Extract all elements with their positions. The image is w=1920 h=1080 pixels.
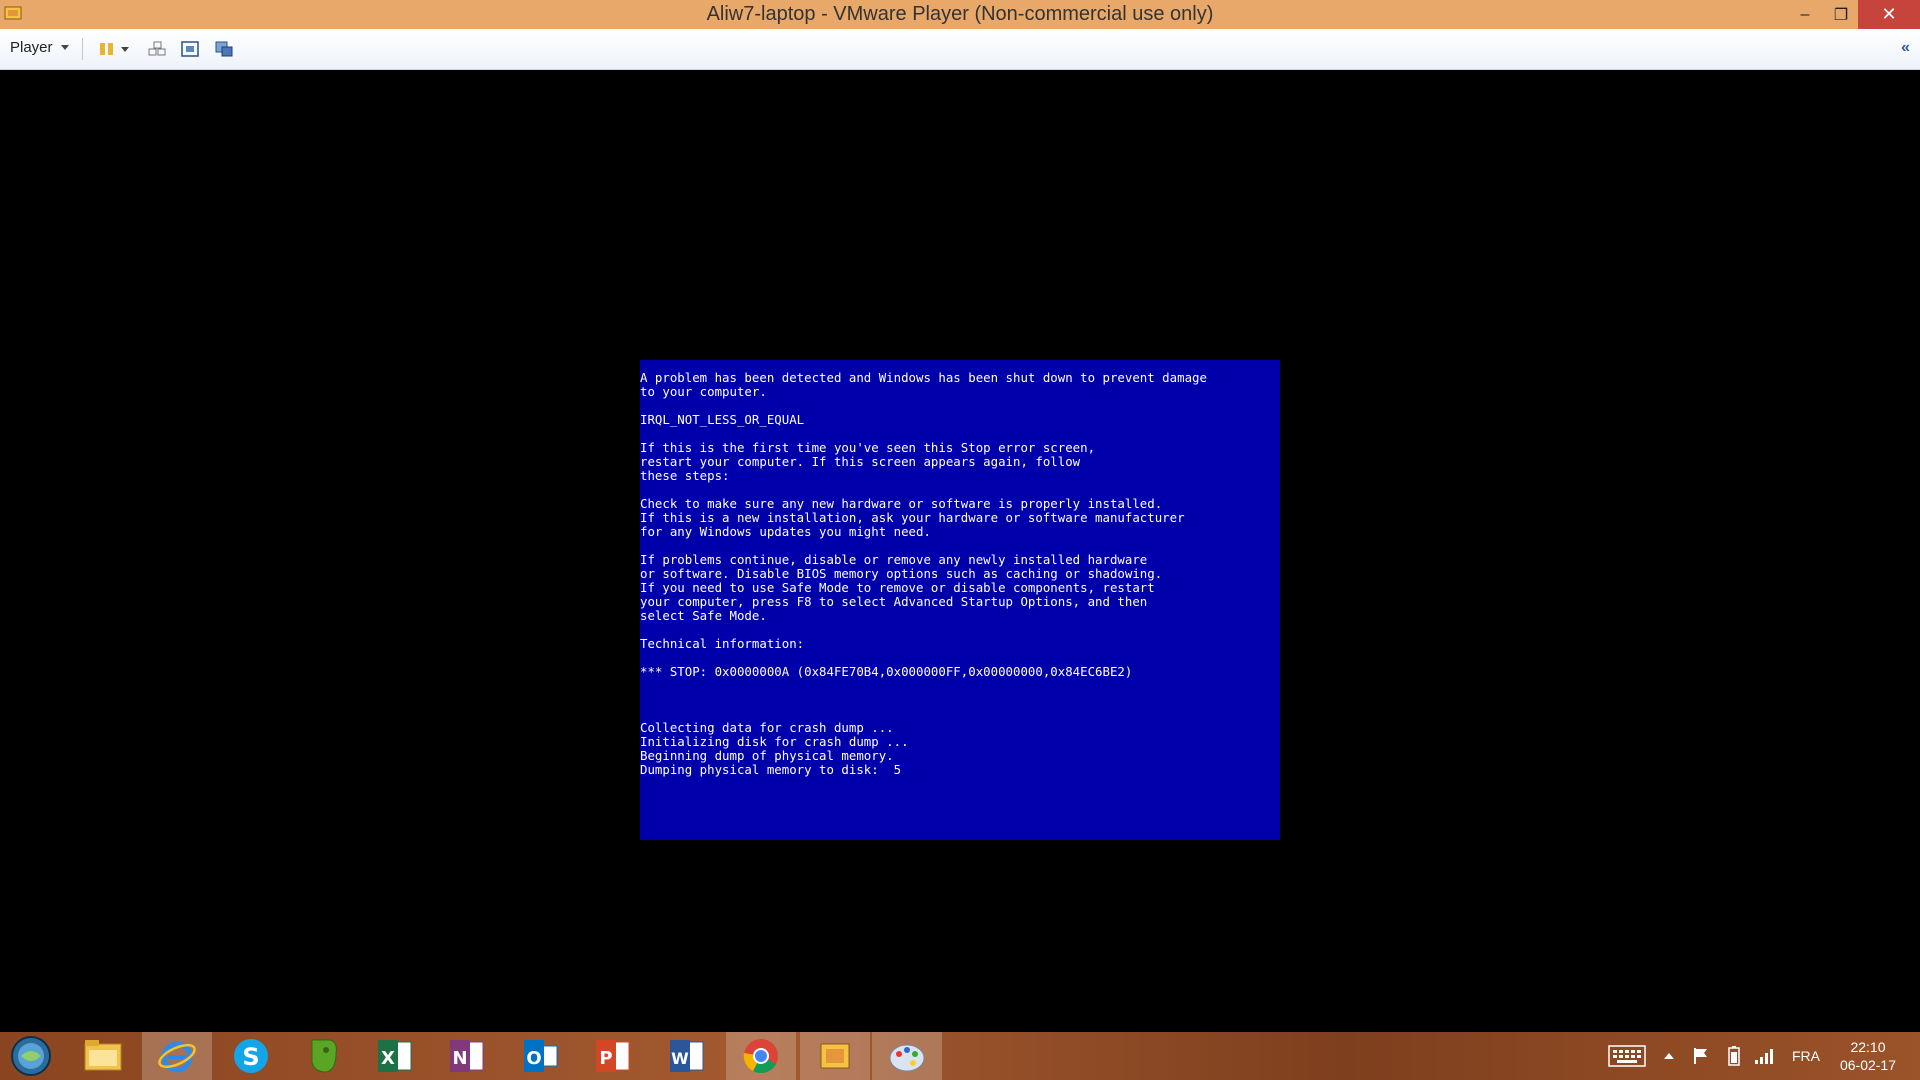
bsod-text-line <box>640 399 1280 413</box>
folder-icon <box>84 1040 122 1071</box>
taskbar-file-explorer[interactable] <box>68 1032 138 1080</box>
excel-icon: X <box>378 1040 412 1072</box>
pause-icon[interactable] <box>97 39 117 59</box>
bsod-text-line <box>640 483 1280 497</box>
battery-button[interactable] <box>1728 1032 1740 1080</box>
chrome-icon <box>743 1039 778 1073</box>
svg-text:O: O <box>526 1048 541 1069</box>
bsod-text-line: Check to make sure any new hardware or s… <box>640 496 1163 511</box>
bsod-text-line <box>640 693 1280 707</box>
skype-icon: S <box>234 1039 268 1073</box>
bsod-text-line: Dumping physical memory to disk: 5 <box>640 762 902 777</box>
bsod-text-line <box>640 679 1280 693</box>
onenote-icon: N <box>450 1040 484 1072</box>
taskbar-word[interactable]: W <box>652 1032 722 1080</box>
powerpoint-icon: P <box>596 1040 630 1072</box>
bsod-text-line: If you need to use Safe Mode to remove o… <box>640 580 1155 595</box>
taskbar-paint[interactable] <box>872 1032 942 1080</box>
touch-keyboard-button[interactable] <box>1608 1032 1646 1080</box>
battery-icon <box>1728 1046 1740 1066</box>
keyboard-icon <box>1608 1045 1646 1067</box>
show-hidden-icons-button[interactable] <box>1664 1032 1674 1080</box>
bsod-text-line <box>640 539 1280 553</box>
bsod-text-line: If this is a new installation, ask your … <box>640 510 1185 525</box>
paint-palette-icon <box>889 1044 925 1072</box>
vmware-player-icon <box>820 1043 850 1069</box>
maximize-button[interactable]: ❐ <box>1822 0 1860 29</box>
wifi-signal-icon <box>1755 1049 1773 1064</box>
bsod-text-line: Collecting data for crash dump ... <box>640 720 894 735</box>
taskbar-chrome[interactable] <box>726 1032 796 1080</box>
bsod-text-line: IRQL_NOT_LESS_OR_EQUAL <box>640 412 805 427</box>
title-bar: Aliw7-laptop - VMware Player (Non-commer… <box>0 0 1920 29</box>
network-button[interactable] <box>1754 1032 1774 1080</box>
flag-icon <box>1694 1048 1707 1064</box>
collapse-toolbar-button[interactable]: « <box>1901 39 1910 57</box>
send-ctrl-alt-del-icon[interactable] <box>147 39 167 59</box>
bsod-text-line: select Safe Mode. <box>640 608 767 623</box>
bsod-text-line: Technical information: <box>640 636 805 651</box>
start-button[interactable] <box>0 1032 62 1080</box>
vmware-toolbar: Player « <box>0 29 1920 70</box>
chevron-down-icon <box>60 44 69 50</box>
unity-icon[interactable] <box>214 39 234 59</box>
action-center-button[interactable] <box>1692 1032 1710 1080</box>
toolbar-divider <box>82 38 83 60</box>
bsod-text-line <box>640 707 1280 721</box>
svg-text:W: W <box>671 1049 689 1068</box>
chevron-up-icon <box>1664 1053 1674 1059</box>
svg-text:P: P <box>599 1048 612 1069</box>
taskbar-excel[interactable]: X <box>360 1032 430 1080</box>
taskbar: S X N O P W FRA 22:10 06-02-17 <box>0 1032 1920 1080</box>
bsod-text-line: A problem has been detected and Windows … <box>640 370 1207 385</box>
evernote-icon <box>311 1039 337 1073</box>
taskbar-vmware-player[interactable] <box>800 1032 870 1080</box>
bsod-text-line <box>640 651 1280 665</box>
bsod-text-line: restart your computer. If this screen ap… <box>640 454 1081 469</box>
bsod-text-line: these steps: <box>640 468 730 483</box>
bsod-text-line: If this is the first time you've seen th… <box>640 440 1096 455</box>
fullscreen-icon[interactable] <box>180 39 200 59</box>
close-button[interactable]: ✕ <box>1858 0 1920 29</box>
minimize-button[interactable]: – <box>1786 0 1824 29</box>
bsod-text-line: to your computer. <box>640 384 767 399</box>
bsod-text-line: *** STOP: 0x0000000A (0x84FE70B4,0x00000… <box>640 664 1133 679</box>
svg-text:N: N <box>452 1048 467 1069</box>
svg-text:S: S <box>242 1043 259 1071</box>
player-menu[interactable]: Player <box>10 39 69 56</box>
taskbar-evernote[interactable] <box>288 1032 358 1080</box>
player-menu-label: Player <box>10 39 53 56</box>
taskbar-powerpoint[interactable]: P <box>578 1032 648 1080</box>
outlook-icon: O <box>524 1040 558 1072</box>
bsod-text-line: If problems continue, disable or remove … <box>640 552 1148 567</box>
taskbar-onenote[interactable]: N <box>432 1032 502 1080</box>
svg-text:X: X <box>381 1048 395 1069</box>
start-orb-icon <box>11 1036 51 1076</box>
taskbar-outlook[interactable]: O <box>506 1032 576 1080</box>
language-indicator[interactable]: FRA <box>1792 1032 1820 1080</box>
word-icon: W <box>670 1040 704 1072</box>
vmware-app-icon[interactable] <box>4 4 22 22</box>
bsod-text-line: or software. Disable BIOS memory options… <box>640 566 1163 581</box>
bsod-text-line: for any Windows updates you might need. <box>640 524 931 539</box>
blue-screen: A problem has been detected and Windows … <box>640 360 1280 840</box>
chevron-down-icon[interactable] <box>119 39 131 59</box>
taskbar-skype[interactable]: S <box>216 1032 286 1080</box>
internet-explorer-icon <box>158 1041 196 1073</box>
bsod-text-line: your computer, press F8 to select Advanc… <box>640 594 1148 609</box>
vm-display[interactable]: A problem has been detected and Windows … <box>0 70 1920 1032</box>
clock-date: 06-02-17 <box>1839 1057 1896 1073</box>
window-title: Aliw7-laptop - VMware Player (Non-commer… <box>706 3 1214 25</box>
clock-time: 22:10 <box>1850 1039 1886 1055</box>
bsod-text-line: Initializing disk for crash dump ... <box>640 734 909 749</box>
bsod-text-line <box>640 623 1280 637</box>
bsod-text-line <box>640 427 1280 441</box>
taskbar-internet-explorer[interactable] <box>142 1032 212 1080</box>
clock[interactable]: 22:10 06-02-17 <box>1840 1038 1896 1074</box>
bsod-text-line: Beginning dump of physical memory. <box>640 748 894 763</box>
